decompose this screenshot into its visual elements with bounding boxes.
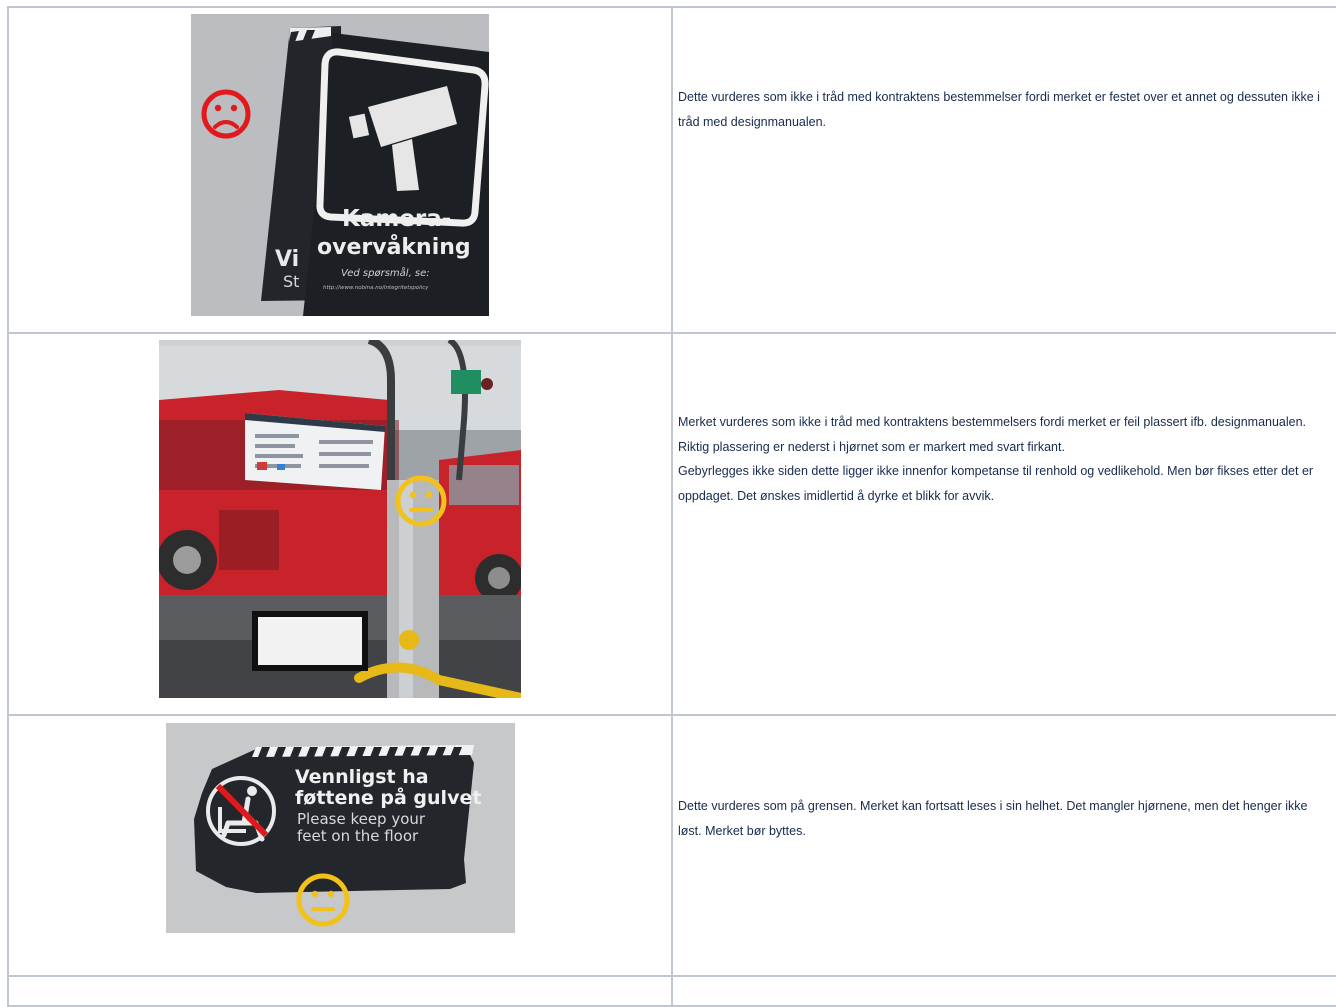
image-cell: [7, 975, 673, 1007]
comment-cell: [671, 975, 1336, 1007]
table-row: Merket vurderes som ikke i tråd med kont…: [7, 332, 1336, 716]
comment-paragraph: Dette vurderes som på grensen. Merket ka…: [678, 799, 1308, 838]
sign-title-line-1: Kamera-: [342, 206, 451, 232]
comment-cell: Dette vurderes som på grensen. Merket ka…: [671, 714, 1336, 977]
image-cell: [7, 332, 673, 716]
sign-text-no-1: Vennligst ha: [295, 766, 429, 788]
sign-text-en-2: feet on the floor: [297, 827, 419, 845]
sign-text-en-1: Please keep your: [297, 810, 426, 828]
behind-sign-text: Vi: [275, 247, 299, 272]
image-cell: Vi St Kamera- overvåkning Ved spørsmål, …: [7, 6, 673, 334]
sign-url-text: http://www.nobina.no/integritetspolicy: [323, 285, 429, 291]
table-row: Vi St Kamera- overvåkning Ved spørsmål, …: [7, 6, 1336, 334]
comment-paragraph: Dette vurderes som ikke i tråd med kontr…: [678, 90, 1320, 129]
comment-paragraph: Gebyrlegges ikke siden dette ligger ikke…: [678, 464, 1314, 503]
correct-placement-marker: [252, 611, 368, 671]
image-cell: Vennligst ha føttene på gulvet Please ke…: [7, 714, 673, 977]
assessment-table: Vi St Kamera- overvåkning Ved spørsmål, …: [7, 6, 1336, 1007]
sign-question-text: Ved spørsmål, se:: [341, 266, 430, 279]
sign-text-no-2: føttene på gulvet: [295, 785, 481, 809]
behind-sign-text: St: [283, 272, 299, 291]
feet-sign-photo: Vennligst ha føttene på gulvet Please ke…: [166, 723, 515, 933]
camera-sign-photo: Vi St Kamera- overvåkning Ved spørsmål, …: [191, 14, 489, 316]
comment-paragraph: Merket vurderes som ikke i tråd med kont…: [678, 415, 1307, 454]
comment-cell: Dette vurderes som ikke i tråd med kontr…: [671, 6, 1336, 334]
bus-window-photo: [159, 340, 521, 698]
comment-cell: Merket vurderes som ikke i tråd med kont…: [671, 332, 1336, 716]
sign-title-line-2: overvåkning: [317, 234, 471, 260]
table-row: [7, 975, 1336, 1007]
table-row: Vennligst ha føttene på gulvet Please ke…: [7, 714, 1336, 977]
